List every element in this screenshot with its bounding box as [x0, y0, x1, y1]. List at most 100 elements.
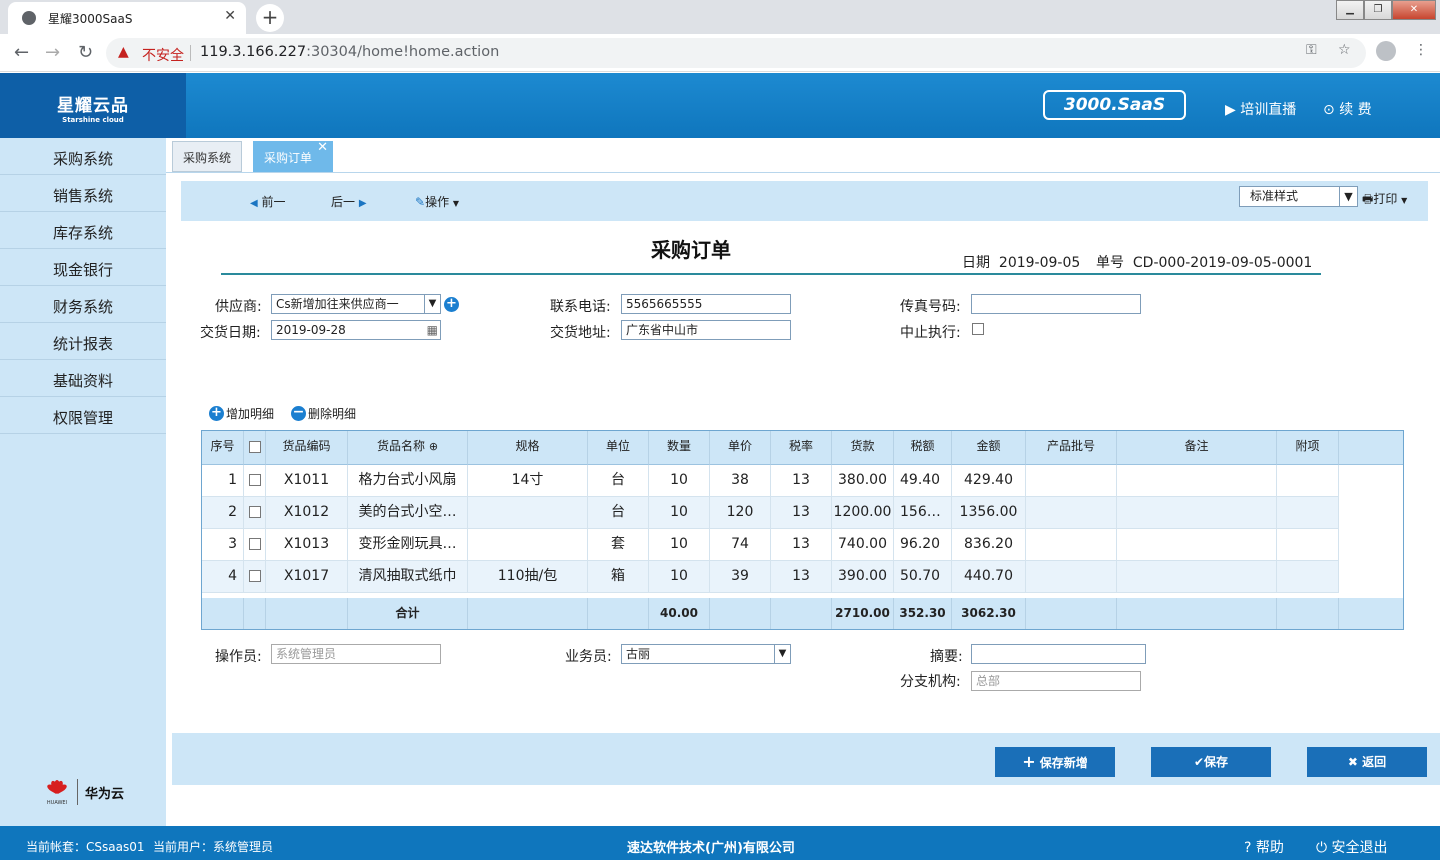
row-qty[interactable]: 10 — [649, 561, 710, 593]
row-seq[interactable]: 1 — [202, 465, 244, 497]
help-link[interactable]: ? 帮助 — [1244, 837, 1284, 857]
sidebar-item-inventory[interactable]: 库存系统 — [0, 212, 166, 249]
row-batch[interactable] — [1026, 465, 1117, 497]
row-unit[interactable]: 套 — [588, 529, 649, 561]
row-price[interactable]: 120 — [710, 497, 771, 529]
url-field[interactable]: ▲ 不安全 119.3.166.227:30304/home!home.acti… — [106, 38, 1366, 68]
close-tab-icon[interactable]: ✕ — [317, 131, 328, 165]
profile-avatar[interactable] — [1376, 41, 1396, 61]
row-checkbox[interactable] — [248, 538, 261, 550]
print-button[interactable]: 🖶打印 ▼ — [1362, 190, 1407, 211]
row-checkbox[interactable] — [248, 474, 261, 486]
address-field[interactable]: 广东省中山市 — [621, 320, 791, 340]
sidebar-item-purchase[interactable]: 采购系统 — [0, 138, 166, 175]
row-qty[interactable]: 10 — [649, 497, 710, 529]
row-remark[interactable] — [1117, 465, 1277, 497]
sidebar-item-reports[interactable]: 统计报表 — [0, 323, 166, 360]
row-name[interactable]: 清风抽取式纸巾 — [348, 561, 468, 593]
row-code[interactable]: X1012 — [266, 497, 348, 529]
row-amount[interactable]: 836.20 — [952, 529, 1026, 561]
row-goods[interactable]: 1200.00 — [832, 497, 894, 529]
row-seq[interactable]: 4 — [202, 561, 244, 593]
new-tab-button[interactable]: + — [256, 4, 284, 32]
sidebar-item-permissions[interactable]: 权限管理 — [0, 397, 166, 434]
menu-dots-icon[interactable]: ⋮ — [1414, 42, 1428, 58]
style-select[interactable]: 标准样式 ▼ — [1239, 186, 1358, 207]
back-arrow-icon[interactable]: ← — [14, 42, 29, 63]
key-icon[interactable]: ⚿ — [1306, 42, 1317, 58]
row-remark[interactable] — [1117, 529, 1277, 561]
row-name[interactable]: 格力台式小风扇 — [348, 465, 468, 497]
sidebar-item-cash-bank[interactable]: 现金银行 — [0, 249, 166, 286]
logout-link[interactable]: ⏻ 安全退出 — [1316, 837, 1388, 857]
window-close-button[interactable]: ✕ — [1392, 0, 1436, 20]
row-tax-rate[interactable]: 13 — [771, 529, 832, 561]
row-price[interactable]: 38 — [710, 465, 771, 497]
summary-field[interactable] — [971, 644, 1146, 664]
add-supplier-icon[interactable]: + — [444, 297, 459, 312]
row-extra[interactable] — [1277, 561, 1339, 593]
row-batch[interactable] — [1026, 497, 1117, 529]
reload-icon[interactable]: ↻ — [78, 42, 93, 63]
row-spec[interactable]: 110抽/包 — [468, 561, 588, 593]
save-button[interactable]: ✔保存 — [1151, 747, 1271, 777]
row-tax[interactable]: 50.70 — [894, 561, 952, 593]
row-spec[interactable] — [468, 529, 588, 561]
sidebar-item-finance[interactable]: 财务系统 — [0, 286, 166, 323]
row-tax[interactable]: 49.40 — [894, 465, 952, 497]
row-seq[interactable]: 3 — [202, 529, 244, 561]
row-code[interactable]: X1017 — [266, 561, 348, 593]
row-tax-rate[interactable]: 13 — [771, 465, 832, 497]
star-icon[interactable]: ☆ — [1338, 42, 1351, 58]
row-name[interactable]: 变形金刚玩具… — [348, 529, 468, 561]
close-tab-icon[interactable]: ✕ — [224, 8, 236, 24]
row-goods[interactable]: 390.00 — [832, 561, 894, 593]
phone-field[interactable]: 5565665555 — [621, 294, 791, 314]
tab-purchase-order[interactable]: 采购订单 ✕ — [253, 140, 333, 172]
row-seq[interactable]: 2 — [202, 497, 244, 529]
prev-button[interactable]: ◀ 前一 — [250, 193, 286, 210]
row-spec[interactable] — [468, 497, 588, 529]
row-tax-rate[interactable]: 13 — [771, 561, 832, 593]
row-tax-rate[interactable]: 13 — [771, 497, 832, 529]
operator-field[interactable]: 系统管理员 — [271, 644, 441, 664]
minimize-button[interactable]: ▁ — [1336, 0, 1364, 20]
row-name[interactable]: 美的台式小空… — [348, 497, 468, 529]
row-goods[interactable]: 740.00 — [832, 529, 894, 561]
row-spec[interactable]: 14寸 — [468, 465, 588, 497]
add-detail-button[interactable]: + 增加明细 — [209, 405, 274, 422]
delete-detail-button[interactable]: − 删除明细 — [291, 405, 356, 422]
renew-link[interactable]: ⊙ 续 费 — [1323, 99, 1372, 119]
browser-tab[interactable]: 星耀3000SaaS ✕ — [8, 2, 246, 34]
row-remark[interactable] — [1117, 561, 1277, 593]
training-link[interactable]: ▶ 培训直播 — [1225, 99, 1296, 119]
maximize-button[interactable]: ❐ — [1364, 0, 1392, 20]
back-button[interactable]: ✖ 返回 — [1307, 747, 1427, 777]
row-code[interactable]: X1013 — [266, 529, 348, 561]
row-amount[interactable]: 440.70 — [952, 561, 1026, 593]
row-extra[interactable] — [1277, 529, 1339, 561]
select-all-checkbox[interactable] — [248, 440, 261, 453]
row-amount[interactable]: 1356.00 — [952, 497, 1026, 529]
row-goods[interactable]: 380.00 — [832, 465, 894, 497]
save-new-button[interactable]: + 保存新增 — [995, 747, 1115, 777]
row-price[interactable]: 39 — [710, 561, 771, 593]
forward-arrow-icon[interactable]: → — [45, 42, 60, 63]
row-qty[interactable]: 10 — [649, 529, 710, 561]
action-menu-button[interactable]: ✎操作 ▼ — [415, 193, 459, 210]
row-code[interactable]: X1011 — [266, 465, 348, 497]
row-unit[interactable]: 箱 — [588, 561, 649, 593]
row-checkbox[interactable] — [248, 570, 261, 582]
sidebar-item-sales[interactable]: 销售系统 — [0, 175, 166, 212]
row-unit[interactable]: 台 — [588, 465, 649, 497]
row-tax[interactable]: 156… — [894, 497, 952, 529]
next-button[interactable]: 后一 ▶ — [331, 193, 367, 210]
row-unit[interactable]: 台 — [588, 497, 649, 529]
row-extra[interactable] — [1277, 465, 1339, 497]
row-qty[interactable]: 10 — [649, 465, 710, 497]
chevron-down-icon[interactable]: ▼ — [1339, 187, 1357, 206]
fax-field[interactable] — [971, 294, 1141, 314]
row-batch[interactable] — [1026, 529, 1117, 561]
tab-purchase-system[interactable]: 采购系统 — [172, 141, 242, 172]
row-tax[interactable]: 96.20 — [894, 529, 952, 561]
